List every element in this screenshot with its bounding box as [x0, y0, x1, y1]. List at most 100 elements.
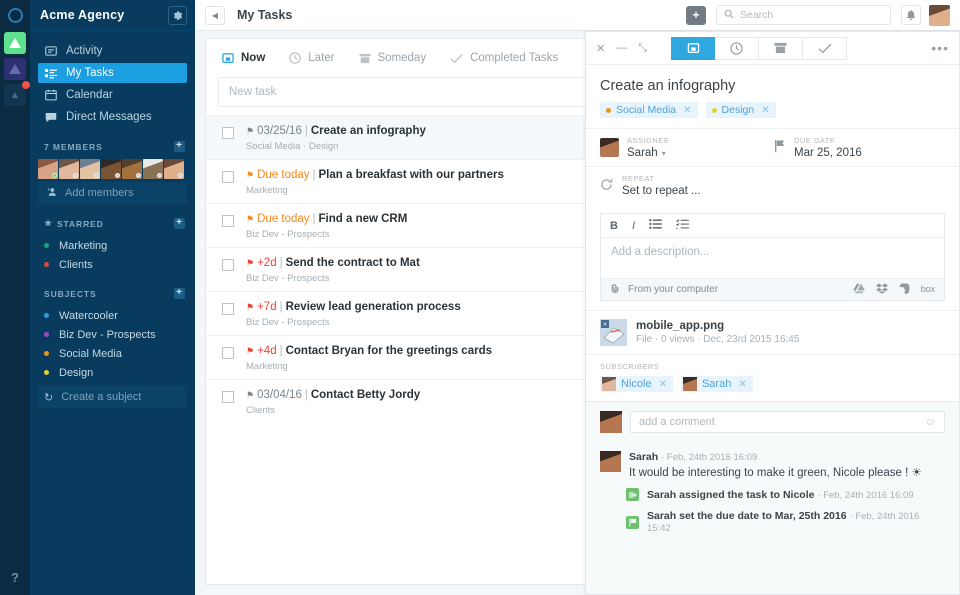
rail-item-workspace-green[interactable] — [4, 32, 26, 54]
box-icon[interactable]: box — [921, 284, 936, 295]
rail-item-workspace-purple[interactable] — [4, 58, 26, 80]
calendar-icon — [44, 89, 57, 101]
minimize-icon[interactable]: — — [616, 42, 627, 54]
tag-social-media[interactable]: Social Media ✕ — [600, 102, 698, 118]
search-icon — [724, 9, 734, 22]
italic-icon[interactable]: I — [632, 220, 635, 232]
circle-logo-icon[interactable] — [0, 0, 30, 31]
task-title[interactable]: Create an infography — [586, 65, 959, 94]
bold-icon[interactable]: B — [610, 220, 618, 232]
help-button[interactable]: ? — [0, 570, 30, 585]
sidebar-item-calendar[interactable]: Calendar — [38, 85, 187, 105]
subscriber-name: Sarah — [701, 378, 732, 390]
current-user-avatar[interactable] — [929, 4, 950, 26]
add-members-button[interactable]: Add members — [38, 182, 187, 204]
subjects-label: SUBJECTS — [44, 288, 97, 299]
add-starred-plus-icon[interactable]: + — [174, 218, 185, 229]
member-avatar[interactable] — [59, 159, 79, 179]
remove-subscriber-icon[interactable]: ✕ — [738, 379, 746, 390]
assignee-field[interactable]: ASSIGNEE Sarah ▾ — [600, 136, 775, 159]
chevron-down-icon[interactable]: ▾ — [662, 149, 666, 158]
upload-from-computer-label[interactable]: From your computer — [628, 284, 718, 295]
evernote-icon[interactable] — [899, 283, 910, 297]
tag-design[interactable]: Design ✕ — [705, 102, 776, 118]
sidebar-item-my-tasks[interactable]: My Tasks — [38, 63, 187, 83]
subject-color-dot — [44, 332, 49, 337]
triangle-icon — [9, 64, 21, 74]
comment-author: Sarah — [629, 451, 659, 463]
create-subject-button[interactable]: ↻ Create a subject — [38, 386, 187, 408]
attachment-thumbnail: × — [600, 319, 627, 346]
sidebar-item-watercooler[interactable]: Watercooler — [38, 306, 187, 325]
comment-text: It would be interesting to make it green… — [629, 467, 922, 479]
tab-later[interactable]: Later — [289, 52, 335, 64]
subscriber-nicole[interactable]: Nicole ✕ — [600, 376, 673, 392]
task-tags: Social Media ✕ Design ✕ — [586, 94, 959, 128]
task-checkbox[interactable] — [222, 391, 234, 403]
rail-item-workspace-more[interactable] — [4, 81, 30, 106]
sidebar-item-biz-dev-prospects[interactable]: Biz Dev - Prospects — [38, 325, 187, 344]
description-editor: B I Add a description... From your compu… — [600, 213, 945, 301]
message-icon — [44, 111, 57, 123]
member-avatar[interactable] — [101, 159, 121, 179]
search-input[interactable]: Search — [716, 5, 891, 25]
svg-text:×: × — [603, 322, 607, 329]
task-checkbox[interactable] — [222, 127, 234, 139]
subject-label: Biz Dev - Prospects — [59, 328, 156, 341]
mode-later-button[interactable] — [715, 36, 760, 60]
chevron-left-icon[interactable]: ◀ — [205, 5, 225, 25]
expand-icon[interactable]: ⤡ — [638, 42, 647, 55]
google-drive-icon[interactable] — [852, 283, 865, 297]
remove-tag-icon[interactable]: ✕ — [683, 105, 691, 116]
subject-color-dot — [44, 262, 49, 267]
tab-completed-tasks[interactable]: Completed Tasks — [450, 52, 558, 64]
remove-tag-icon[interactable]: ✕ — [761, 105, 769, 116]
activity-icon — [44, 45, 57, 57]
member-avatar[interactable] — [122, 159, 142, 179]
comment-input[interactable]: add a comment ☺ — [630, 411, 945, 433]
mode-now-button[interactable] — [671, 36, 716, 60]
tab-someday[interactable]: Someday — [359, 52, 426, 64]
member-avatar[interactable] — [38, 159, 58, 179]
sidebar-item-social-media[interactable]: Social Media — [38, 344, 187, 363]
add-subject-plus-icon[interactable]: + — [174, 288, 185, 299]
comment-time: · Feb, 24th 2016 16:09 — [661, 452, 758, 463]
task-due: Due today — [257, 213, 310, 225]
more-horizontal-icon[interactable]: ••• — [931, 40, 949, 56]
add-member-plus-icon[interactable]: + — [174, 141, 185, 152]
sidebar-item-clients[interactable]: Clients — [38, 255, 187, 274]
due-date-field[interactable]: DUE DATE Mar 25, 2016 — [775, 136, 862, 159]
repeat-row[interactable]: REPEAT Set to repeat ... — [586, 166, 959, 204]
attachment-item[interactable]: × mobile_app.png File · 0 views · Dec, 2… — [586, 310, 959, 354]
task-checkbox[interactable] — [222, 347, 234, 359]
sidebar-item-marketing[interactable]: Marketing — [38, 236, 187, 255]
sidebar-item-design[interactable]: Design — [38, 363, 187, 382]
member-avatar[interactable] — [80, 159, 100, 179]
task-checkbox[interactable] — [222, 259, 234, 271]
mode-someday-button[interactable] — [759, 36, 804, 60]
subscriber-sarah[interactable]: Sarah ✕ — [680, 376, 753, 392]
task-checkbox[interactable] — [222, 303, 234, 315]
member-avatar[interactable] — [143, 159, 163, 179]
member-avatar[interactable] — [164, 159, 184, 179]
activity-feed: Sarah · Feb, 24th 2016 16:09 It would be… — [586, 442, 959, 594]
subject-label: Watercooler — [59, 309, 118, 322]
bell-icon[interactable] — [901, 5, 921, 25]
sidebar-item-direct-messages[interactable]: Direct Messages — [38, 107, 187, 127]
sidebar-item-activity[interactable]: Activity — [38, 41, 187, 61]
task-checkbox[interactable] — [222, 215, 234, 227]
task-checkbox[interactable] — [222, 171, 234, 183]
smiley-icon[interactable]: ☺ — [925, 416, 936, 428]
gear-icon[interactable] — [168, 5, 187, 25]
description-input[interactable]: Add a description... — [601, 238, 944, 278]
tab-now[interactable]: Now — [222, 52, 265, 64]
remove-subscriber-icon[interactable]: ✕ — [659, 379, 667, 390]
checklist-icon[interactable] — [676, 219, 689, 232]
close-icon[interactable]: ✕ — [596, 42, 605, 55]
composer-avatar — [600, 411, 622, 433]
bullet-list-icon[interactable] — [649, 219, 662, 232]
mode-complete-button[interactable] — [803, 36, 848, 60]
subscriber-avatar — [682, 377, 697, 391]
dropbox-icon[interactable] — [875, 282, 888, 297]
new-item-button[interactable]: + — [686, 5, 706, 25]
